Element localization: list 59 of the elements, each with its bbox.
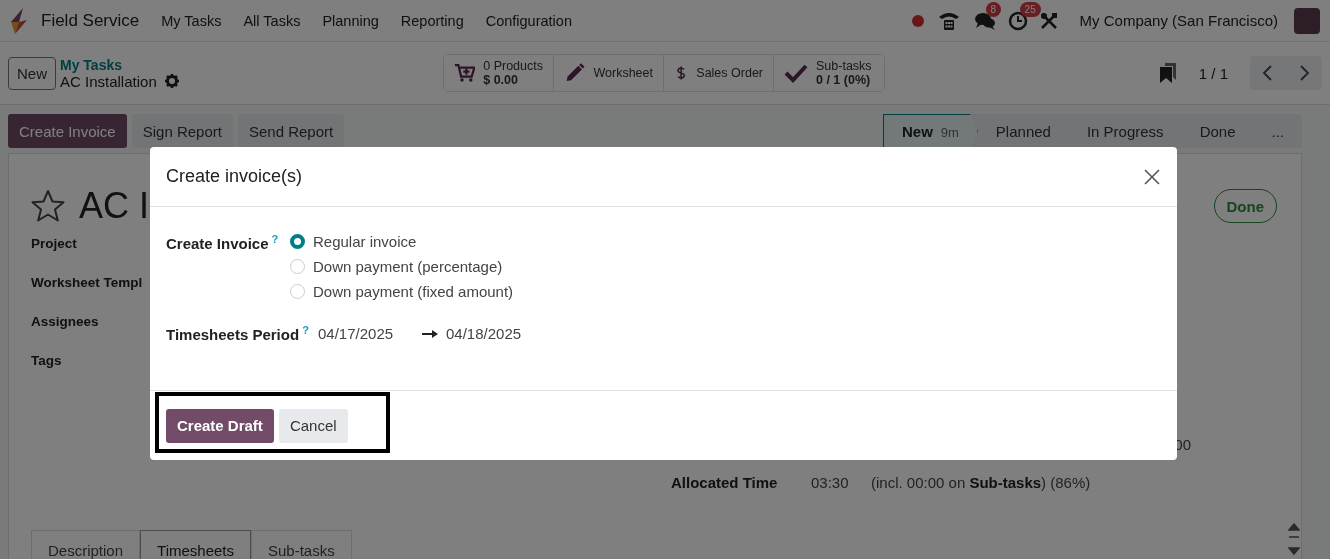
field-label: Timesheets Period <box>166 326 300 343</box>
status-dot-icon[interactable] <box>911 14 924 27</box>
record-title: AC I <box>79 185 149 227</box>
radio-button[interactable] <box>290 234 305 249</box>
company-switcher[interactable]: My Company (San Francisco) <box>1079 12 1278 29</box>
field-label: Allocated Time <box>671 474 779 491</box>
help-tooltip[interactable]: ? <box>271 233 279 245</box>
arrow-right-icon <box>422 328 438 339</box>
field-note: (incl. 00:00 on Sub-tasks) (86%) <box>871 474 1091 491</box>
breadcrumb-link[interactable]: My Tasks <box>60 56 179 73</box>
field-value: 03:30 <box>811 474 850 491</box>
gear-icon[interactable] <box>164 74 179 88</box>
star-icon[interactable] <box>31 189 65 223</box>
stage-button[interactable]: New 9m <box>882 114 978 148</box>
menu-item[interactable]: Configuration <box>485 12 572 29</box>
app-name[interactable]: Field Service <box>41 10 140 31</box>
tools-icon[interactable] <box>1039 11 1058 30</box>
avatar[interactable] <box>1294 7 1320 34</box>
action-button[interactable]: Sign Report <box>131 114 233 148</box>
more-stages-button[interactable]: ... <box>1253 114 1302 148</box>
date-field[interactable]: 04/17/2025 <box>318 325 422 342</box>
radio-label[interactable]: Down payment (fixed amount) <box>313 283 514 300</box>
message-count-badge: 8 <box>985 1 1002 17</box>
done-button[interactable]: Done <box>1213 189 1277 223</box>
field-label: Create Invoice <box>166 235 269 252</box>
field-label: Worksheet Templ <box>31 274 143 292</box>
record-name: AC Installation <box>60 72 157 90</box>
tab[interactable]: Timesheets <box>140 530 251 559</box>
stage-button[interactable]: Planned <box>977 114 1069 148</box>
activity-count-badge: 25 <box>1019 1 1041 17</box>
menu-item[interactable]: My Tasks <box>161 12 222 29</box>
pager-value: 1 / 1 <box>1198 64 1228 82</box>
field-label: Project <box>31 235 77 253</box>
stage-button[interactable]: In Progress <box>1068 114 1182 148</box>
phone-icon[interactable] <box>937 10 960 31</box>
tab[interactable]: Sub-tasks <box>251 530 352 559</box>
new-button[interactable]: New <box>8 56 56 90</box>
bookmark-icon[interactable] <box>1158 62 1177 84</box>
radio-label[interactable]: Down payment (percentage) <box>313 258 503 275</box>
action-button[interactable]: Create Invoice <box>8 114 127 148</box>
close-icon[interactable] <box>1143 167 1161 186</box>
date-field[interactable]: 04/18/2025 <box>446 325 550 342</box>
help-tooltip[interactable]: ? <box>302 324 309 336</box>
cancel-button[interactable]: Cancel <box>278 408 348 443</box>
scroll-arrows-icon[interactable] <box>1288 523 1300 555</box>
menu-item[interactable]: Planning <box>322 12 379 29</box>
stat-button[interactable]: 0 Products $ 0.00 <box>444 55 554 91</box>
radio-label[interactable]: Regular invoice <box>313 233 417 250</box>
cart-icon <box>454 61 476 85</box>
action-button[interactable]: Send Report <box>237 114 345 148</box>
app-logo-icon[interactable] <box>9 7 29 34</box>
create-draft-button[interactable]: Create Draft <box>166 408 274 443</box>
tab[interactable]: Description <box>31 530 141 559</box>
field-label: Tags <box>31 352 62 370</box>
menu-item[interactable]: All Tasks <box>243 12 301 29</box>
field-label: Assignees <box>31 313 99 331</box>
stage-button[interactable]: Done <box>1181 114 1254 148</box>
menu-item[interactable]: Reporting <box>400 12 464 29</box>
dialog-title: Create invoice(s) <box>166 166 303 187</box>
